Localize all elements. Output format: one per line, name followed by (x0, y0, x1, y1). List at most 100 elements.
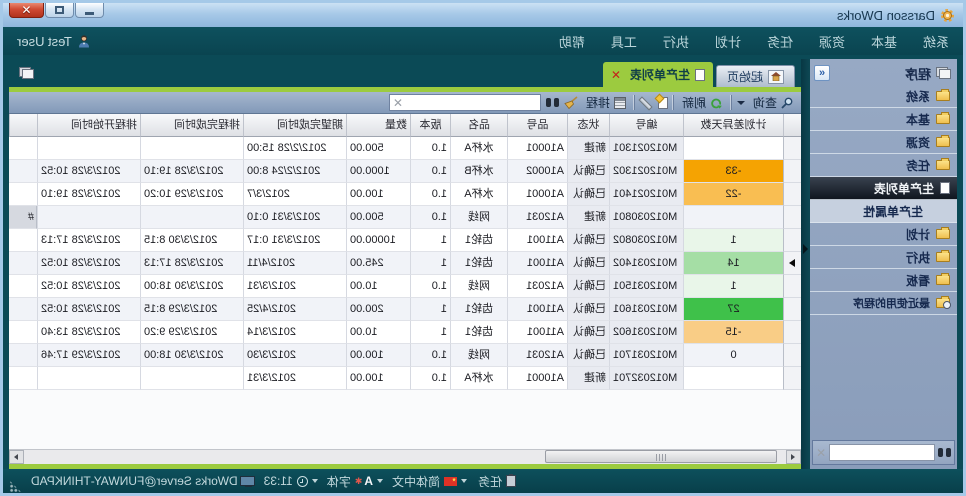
cell-sched_start[interactable]: 2012/3/29 17:46 (37, 344, 140, 367)
row-indicator-cell[interactable] (783, 367, 801, 390)
cell-diff[interactable] (683, 367, 783, 390)
row-indicator-cell[interactable] (783, 160, 801, 183)
cell-sched_end[interactable]: 2012/3/29 9:20 (140, 321, 243, 344)
cell-sched_end[interactable] (140, 206, 243, 229)
cell-expect[interactable]: 2012/4/11 (243, 252, 346, 275)
cell-item_no[interactable]: A12031 (507, 344, 567, 367)
broom-icon[interactable] (564, 96, 578, 109)
cell-version[interactable]: 1 (410, 298, 450, 321)
cell-item_no[interactable]: A10001 (507, 137, 567, 160)
table-row[interactable]: 1M012031501已确认A12031网线1.010.002012/3/312… (9, 275, 801, 298)
cell-sched_end[interactable]: 2012/3/30 18:00 (140, 275, 243, 298)
cell-sched_end[interactable]: 2012/3/28 19:10 (140, 160, 243, 183)
menu-basic[interactable]: 基本 (871, 32, 897, 51)
cell-item_name[interactable]: 水杯A (450, 183, 507, 206)
cell-code[interactable]: M012031601 (609, 298, 683, 321)
cell-expect[interactable]: 2012/3/31 0:17 (243, 229, 346, 252)
refresh-button[interactable]: 刷新 (679, 93, 726, 112)
column-header-status[interactable]: 状态 (567, 114, 609, 137)
table-row[interactable]: M012021301新建A10001水杯A1.0500.002012/2/28 … (9, 137, 801, 160)
row-indicator-cell[interactable] (783, 206, 801, 229)
cell-item_name[interactable]: 网线 (450, 344, 507, 367)
cell-item_no[interactable]: A11001 (507, 321, 567, 344)
column-header-sched_end[interactable]: 排程完成时间 (140, 114, 243, 137)
row-indicator-cell[interactable] (783, 321, 801, 344)
sidebar-collapse-button[interactable]: « (814, 65, 830, 81)
cell-sched_start[interactable]: 2012/3/28 10:52 (37, 275, 140, 298)
sidebar-search-input[interactable] (829, 444, 935, 461)
cell-sched_start[interactable] (37, 367, 140, 390)
tab-production-order-list[interactable]: 生产单列表 ✕ (603, 62, 713, 87)
find-icon[interactable] (938, 448, 951, 457)
table-row[interactable]: M012032701新建A10001水杯A1.0100.002012/3/31 (9, 367, 801, 390)
cell-qty[interactable]: 100.00 (346, 183, 410, 206)
sidebar-item-plan[interactable]: 计划 (810, 223, 957, 246)
cell-qty[interactable]: 10.00 (346, 275, 410, 298)
cell-status[interactable]: 已确认 (567, 298, 609, 321)
panel-splitter[interactable] (801, 59, 810, 469)
table-row[interactable]: 0M012031701已确认A12031网线1.0100.002012/3/30… (9, 344, 801, 367)
cell-diff[interactable]: 0 (683, 344, 783, 367)
cell-code[interactable]: M012021302 (609, 160, 683, 183)
cell-status[interactable]: 已确认 (567, 160, 609, 183)
query-dropdown-icon[interactable] (737, 101, 745, 105)
cell-sched_start[interactable] (37, 206, 140, 229)
window-list-icon[interactable] (19, 67, 34, 79)
cell-qty[interactable]: 245.00 (346, 252, 410, 275)
cell-version[interactable]: 1 (410, 252, 450, 275)
cell-code[interactable]: M012032701 (609, 367, 683, 390)
find-icon[interactable] (546, 98, 559, 107)
cell-qty[interactable]: 500.00 (346, 206, 410, 229)
sidebar-item-recent-programs[interactable]: 最近使用的程序 (810, 292, 957, 315)
task-status-item[interactable]: 任务 (478, 473, 516, 490)
clear-search-icon[interactable]: ✕ (393, 97, 403, 109)
cell-expect[interactable]: 2012/3/31 0:10 (243, 206, 346, 229)
cell-status[interactable]: 已确认 (567, 344, 609, 367)
minimize-button[interactable] (75, 2, 104, 18)
cell-qty[interactable]: 1000.00 (346, 160, 410, 183)
cell-item_name[interactable]: 齿轮1 (450, 321, 507, 344)
cell-code[interactable]: M012021401 (609, 183, 683, 206)
cell-item_no[interactable]: A11001 (507, 252, 567, 275)
column-header-qty[interactable]: 数量 (346, 114, 410, 137)
cell-diff[interactable]: -15 (683, 321, 783, 344)
table-row[interactable]: 27M012031601已确认A11001齿轮11200.002012/4/25… (9, 298, 801, 321)
scroll-left-button[interactable] (786, 450, 801, 464)
cell-status[interactable]: 已确认 (567, 229, 609, 252)
cell-sched_end[interactable] (140, 367, 243, 390)
cell-sched_end[interactable]: 2012/3/28 17:13 (140, 252, 243, 275)
cell-item_name[interactable]: 水杯A (450, 137, 507, 160)
column-header-expect[interactable]: 期望完成时间 (243, 114, 346, 137)
cell-sched_end[interactable] (140, 137, 243, 160)
cell-qty[interactable]: 500.00 (346, 137, 410, 160)
cell-version[interactable]: 1 (410, 229, 450, 252)
cell-expect[interactable]: 2012/3/31 (243, 367, 346, 390)
cell-item_no[interactable]: A12031 (507, 275, 567, 298)
sidebar-item-system[interactable]: 系统 (810, 85, 957, 108)
column-header-sched_start[interactable]: 排程开始时间 (37, 114, 140, 137)
cell-expect[interactable]: 2012/3/31 (243, 275, 346, 298)
cell-expect[interactable]: 2012/2/24 8:00 (243, 160, 346, 183)
scroll-right-button[interactable] (9, 450, 24, 464)
resize-grip[interactable] (9, 480, 22, 493)
cell-code[interactable]: M012031701 (609, 344, 683, 367)
cell-diff[interactable]: -33 (683, 160, 783, 183)
cell-diff[interactable]: 27 (683, 298, 783, 321)
sidebar-item-production-order-list[interactable]: 生产单列表 (810, 177, 957, 200)
cell-diff[interactable] (683, 137, 783, 160)
tab-start-page[interactable]: 起始页 (716, 65, 795, 87)
sidebar-item-resource[interactable]: 资源 (810, 131, 957, 154)
cell-diff[interactable]: 1 (683, 275, 783, 298)
cell-item_no[interactable]: A10002 (507, 160, 567, 183)
menu-system[interactable]: 系统 (923, 32, 949, 51)
cell-code[interactable]: M012030801 (609, 206, 683, 229)
sidebar-item-basic[interactable]: 基本 (810, 108, 957, 131)
cell-code[interactable]: M012030802 (609, 229, 683, 252)
sidebar-item-production-order-properties[interactable]: 生产单属性 (810, 200, 957, 223)
cell-qty[interactable]: 10.00 (346, 321, 410, 344)
schedule-button[interactable]: 排程 (583, 93, 629, 112)
table-row[interactable]: 14M012031402已确认A11001齿轮11245.002012/4/11… (9, 252, 801, 275)
cell-status[interactable]: 已确认 (567, 275, 609, 298)
cell-sched_start[interactable] (37, 137, 140, 160)
scrollbar-thumb[interactable] (545, 450, 777, 463)
